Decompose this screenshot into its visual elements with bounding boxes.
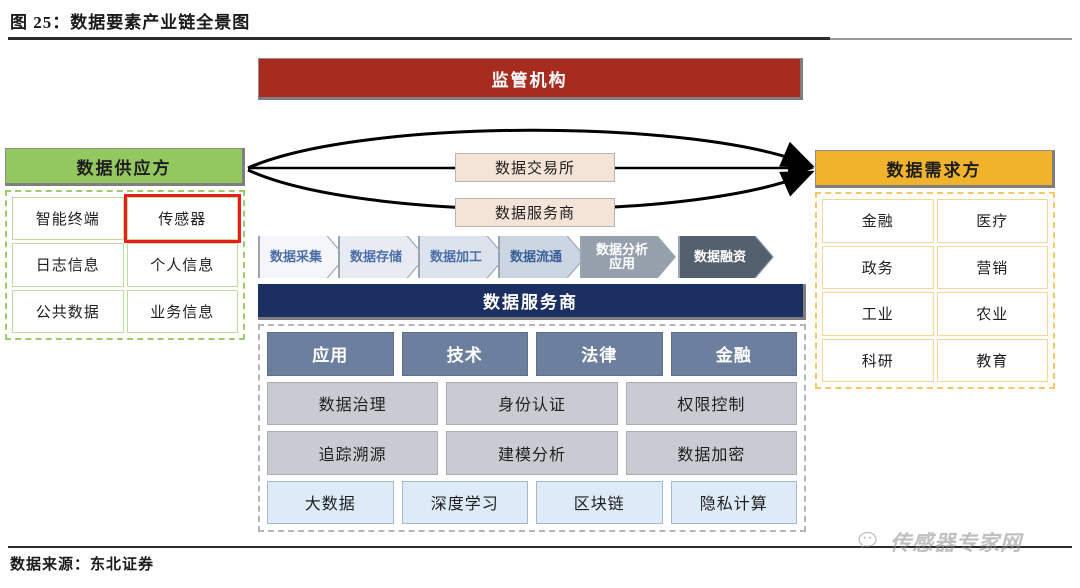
service-provider-item: 数据治理 xyxy=(267,381,439,425)
title-divider-light xyxy=(830,38,1072,40)
watermark: 传感器专家网 xyxy=(858,527,1022,557)
process-step-label: 数据采集 xyxy=(269,249,322,264)
service-provider-row: 追踪溯源 建模分析 数据加密 xyxy=(267,431,797,475)
wechat-icon xyxy=(858,531,877,549)
process-step-label: 数据流通 xyxy=(509,249,562,264)
process-step: 数据融资 xyxy=(680,236,773,278)
supplier-item: 智能终端 xyxy=(12,197,124,241)
demander-header: 数据需求方 xyxy=(815,150,1055,188)
service-provider-item: 隐私计算 xyxy=(670,480,797,524)
supplier-item: 公共数据 xyxy=(12,289,124,333)
regulator-label: 监管机构 xyxy=(491,70,568,90)
service-provider-item: 身份认证 xyxy=(446,381,618,425)
title-divider-dark xyxy=(8,37,830,40)
intermediary-data-exchange: 数据交易所 xyxy=(455,153,615,182)
demander-item: 科研 xyxy=(822,338,934,382)
process-step-label: 数据分析 应用 xyxy=(595,242,648,271)
demander-item: 工业 xyxy=(822,292,934,336)
process-step-label: 数据存储 xyxy=(349,249,402,264)
supplier-header-label: 数据供应方 xyxy=(76,158,172,178)
service-provider-item: 法律 xyxy=(536,332,663,376)
service-provider-item: 权限控制 xyxy=(625,381,797,425)
process-step: 数据分析 应用 xyxy=(582,236,675,278)
service-provider-item: 应用 xyxy=(267,332,394,376)
figure-canvas: 图 25：数据要素产业链全景图 监管机构 数据交易所 数据服务商 数据供应方 智… xyxy=(0,0,1080,588)
service-provider-header-label: 数据服务商 xyxy=(483,293,578,312)
regulator-banner: 监管机构 xyxy=(258,58,803,100)
service-provider-item: 大数据 xyxy=(267,480,394,524)
service-provider-item: 数据加密 xyxy=(625,431,797,475)
supplier-item: 个人信息 xyxy=(126,243,238,287)
demander-item: 营销 xyxy=(936,245,1048,289)
service-provider-header: 数据服务商 xyxy=(258,284,806,320)
process-chain: 数据采集 数据存储 数据加工 数据流通 数据分析 应用 数据融资 xyxy=(258,236,806,278)
demander-item: 医疗 xyxy=(936,199,1048,243)
source-text: 数据来源：东北证券 xyxy=(10,557,155,573)
intermediary-label: 数据服务商 xyxy=(494,205,575,222)
figure-title: 图 25：数据要素产业链全景图 xyxy=(10,13,251,32)
process-step: 数据采集 xyxy=(260,236,345,278)
intermediary-data-service-provider: 数据服务商 xyxy=(455,198,615,227)
demander-item: 农业 xyxy=(936,292,1048,336)
service-provider-item: 金融 xyxy=(670,332,797,376)
service-provider-row: 大数据 深度学习 区块链 隐私计算 xyxy=(267,480,797,524)
service-provider-row: 数据治理 身份认证 权限控制 xyxy=(267,381,797,425)
service-provider-row: 应用 技术 法律 金融 xyxy=(267,332,797,376)
demander-header-label: 数据需求方 xyxy=(886,160,982,180)
supplier-item: 日志信息 xyxy=(12,243,124,287)
watermark-label: 传感器专家网 xyxy=(890,531,1022,555)
service-provider-item: 深度学习 xyxy=(401,480,528,524)
supplier-grid: 智能终端 传感器 日志信息 个人信息 公共数据 业务信息 xyxy=(5,190,245,340)
process-step-label: 数据加工 xyxy=(429,249,482,264)
supplier-item: 业务信息 xyxy=(126,289,238,333)
demander-item: 政务 xyxy=(822,245,934,289)
service-provider-item: 区块链 xyxy=(536,480,663,524)
process-step: 数据加工 xyxy=(420,236,505,278)
demander-item: 教育 xyxy=(936,338,1048,382)
process-step-label: 数据融资 xyxy=(693,249,746,264)
process-step: 数据存储 xyxy=(340,236,425,278)
service-provider-grid: 应用 技术 法律 金融 数据治理 身份认证 权限控制 追踪溯源 建模分析 数据加密 大数据 深度学习区… xyxy=(258,324,806,532)
service-provider-item: 建模分析 xyxy=(446,431,618,475)
intermediary-label: 数据交易所 xyxy=(494,160,575,177)
demander-grid: 金融 医疗 政务 营销 工业 农业 科研 教育 xyxy=(815,192,1055,389)
process-step: 数据流通 xyxy=(500,236,585,278)
demander-item: 金融 xyxy=(822,199,934,243)
supplier-item-sensor: 传感器 xyxy=(123,193,241,244)
supplier-header: 数据供应方 xyxy=(5,148,245,186)
service-provider-item: 技术 xyxy=(401,332,528,376)
service-provider-item: 追踪溯源 xyxy=(267,431,439,475)
